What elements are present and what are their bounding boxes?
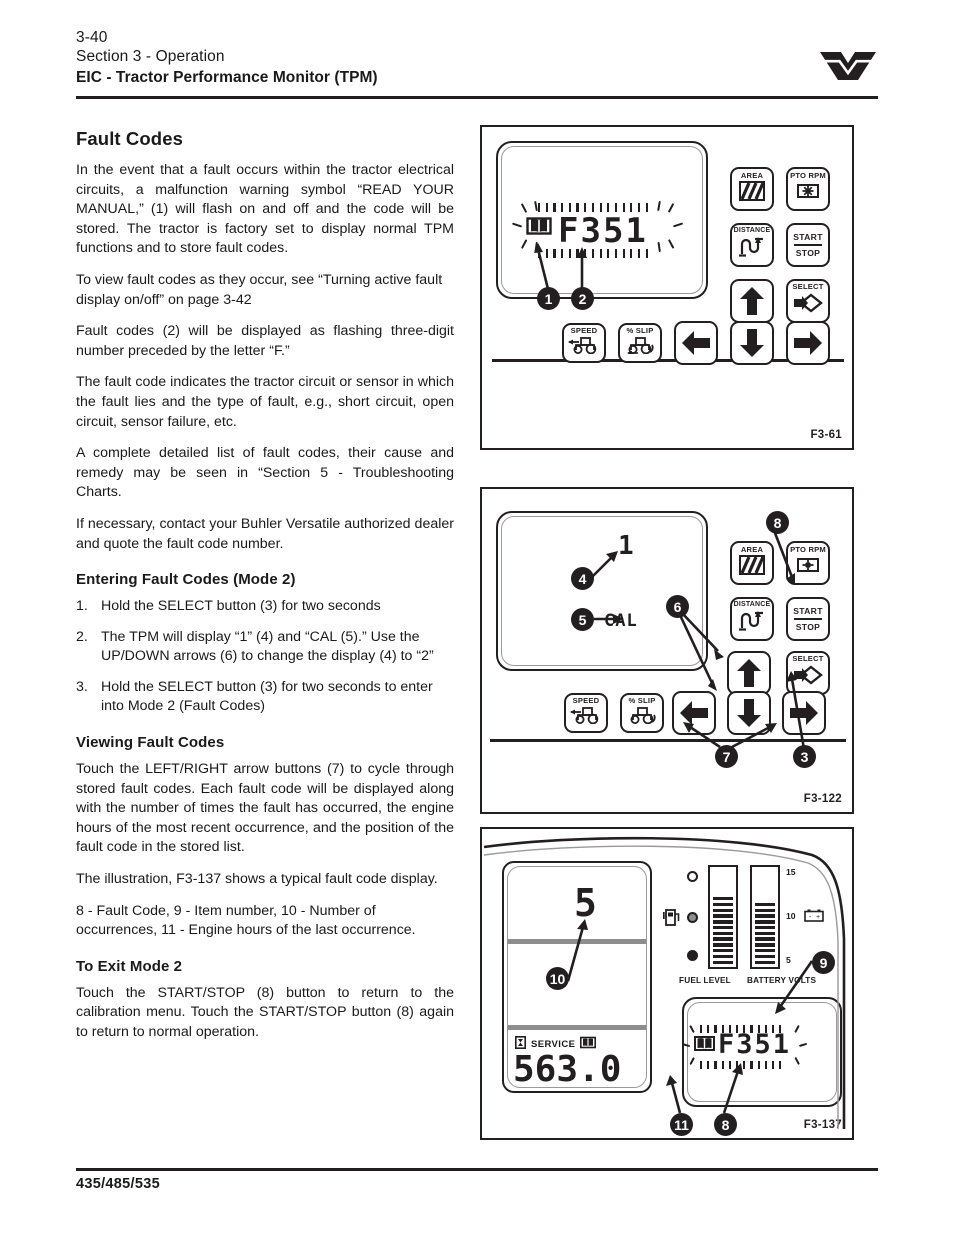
callout-8: 8 <box>714 1113 737 1136</box>
paragraph-6: If necessary, contact your Buhler Versat… <box>76 515 454 552</box>
callout-7: 7 <box>715 745 738 768</box>
paragraph-4: The fault code indicates the tractor cir… <box>76 374 454 430</box>
paragraph-3: Fault codes (2) will be displayed as fla… <box>76 323 454 359</box>
figure-f3-137: 5 SERVICE 563.0 15 10 5 - + FUEL LEVEL B… <box>480 827 854 1140</box>
to-exit-mode-2-heading: To Exit Mode 2 <box>76 957 183 975</box>
paragraph-1: In the event that a fault occurs within … <box>76 162 454 257</box>
versatile-logo-icon <box>818 46 878 82</box>
callout-4: 4 <box>571 567 594 590</box>
callout-8: 8 <box>766 511 789 534</box>
entering-steps-list: Hold the SELECT button (3) for two secon… <box>76 597 454 717</box>
entering-fault-codes-heading: Entering Fault Codes (Mode 2) <box>76 571 296 589</box>
section-label: Section 3 - Operation <box>76 48 225 65</box>
callout-1: 1 <box>537 287 560 310</box>
paragraph-8: The illustration, F3-137 shows a typical… <box>76 871 438 888</box>
callout-leaders <box>534 243 587 290</box>
paragraph-10: Touch the START/STOP (8) button to retur… <box>76 984 454 1040</box>
list-item: Hold the SELECT button (3) for two secon… <box>76 597 381 616</box>
callout-6: 6 <box>666 595 689 618</box>
callout-9: 9 <box>812 951 835 974</box>
page-header: 3-40 Section 3 - Operation EIC - Tractor… <box>76 28 878 88</box>
paragraph-9: 8 - Fault Code, 9 - Item number, 10 - Nu… <box>76 902 416 939</box>
paragraph-5: A complete detailed list of fault codes,… <box>76 445 454 501</box>
paragraph-2: To view fault codes as they occur, see “… <box>76 271 443 308</box>
article-body: Fault Codes In the event that a fault oc… <box>76 128 454 1055</box>
callout-10: 10 <box>546 967 569 990</box>
callout-leaders <box>566 919 814 1114</box>
section-heading: Fault Codes <box>76 128 183 149</box>
page-number: 3-40 <box>76 29 108 46</box>
header-rule <box>76 96 878 99</box>
list-item: Hold the SELECT button (3) for two secon… <box>76 678 433 715</box>
paragraph-7: Touch the LEFT/RIGHT arrow buttons (7) t… <box>76 761 454 856</box>
callout-5: 5 <box>571 608 594 631</box>
footer-models: 435/485/535 <box>76 1176 160 1192</box>
page-title: EIC - Tractor Performance Monitor (TPM) <box>76 69 378 86</box>
callout-11: 11 <box>670 1113 693 1136</box>
list-item: The TPM will display “1” (4) and “CAL (5… <box>76 628 434 665</box>
callout-3: 3 <box>793 745 816 768</box>
callout-2: 2 <box>571 287 594 310</box>
viewing-fault-codes-heading: Viewing Fault Codes <box>76 734 225 752</box>
figure-f3-122: 1 CAL 4 5 6 7 3 8 AREA PTO RPM DISTANCE … <box>480 487 854 814</box>
figure-f3-61: F351 1 2 AREA PTO RPM DISTANCE START STO… <box>480 125 854 450</box>
footer-rule <box>76 1168 878 1171</box>
